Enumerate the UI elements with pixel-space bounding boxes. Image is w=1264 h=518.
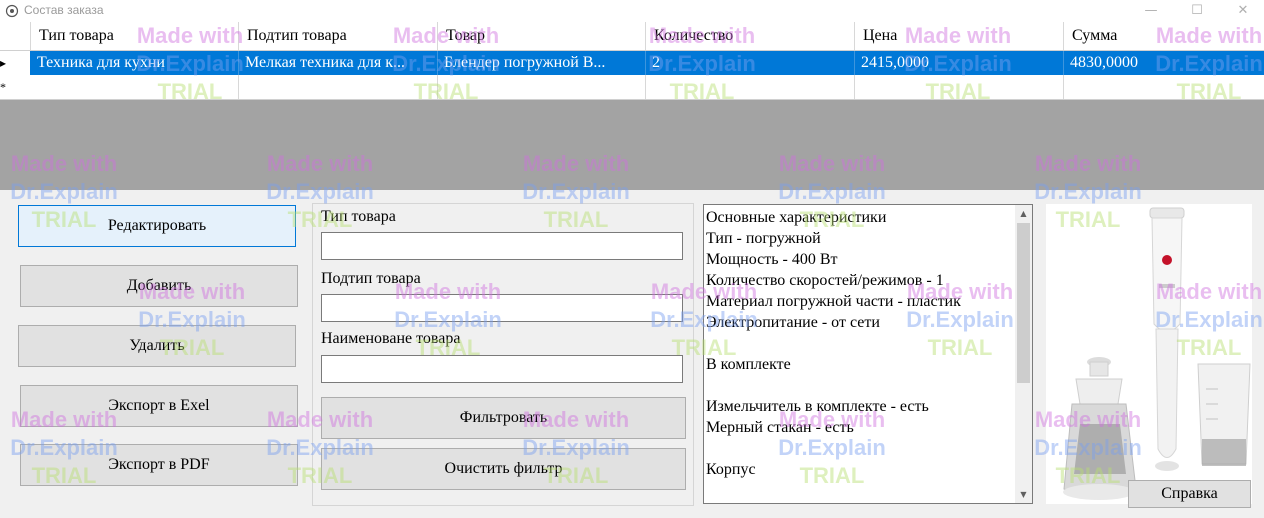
edit-button[interactable]: Редактировать [18, 205, 296, 247]
description-line: Электропитание - от сети [706, 314, 880, 331]
cell-price[interactable]: 2415,0000 [855, 51, 1064, 75]
product-image [1046, 204, 1252, 504]
column-header-type[interactable]: Тип товара [31, 22, 239, 50]
subtype-filter-input[interactable] [321, 294, 683, 322]
description-line [706, 333, 1016, 354]
description-line: Материал погружной части - пластик [706, 293, 961, 310]
title-bar: Состав заказа — ☐ ✕ [0, 0, 1264, 22]
column-header-product[interactable]: Товар [438, 22, 646, 50]
new-row-marker: * [0, 75, 30, 99]
export-pdf-button[interactable]: Экспорт в PDF [20, 444, 298, 486]
clear-filter-button[interactable]: Очистить фильтр [321, 448, 686, 490]
description-line: Количество скоростей/режимов - 1 [706, 272, 944, 289]
column-header-quantity[interactable]: Количество [646, 22, 855, 50]
minimize-button[interactable]: — [1128, 0, 1174, 22]
description-line: Основные характеристики [706, 209, 887, 226]
new-cell-type[interactable] [31, 75, 239, 99]
cell-type[interactable]: Техника для кухни [31, 51, 239, 75]
table-row[interactable]: ▸ Техника для кухни Мелкая техника для к… [0, 51, 1264, 75]
order-items-grid[interactable]: Тип товара Подтип товара Товар Количеств… [0, 22, 1264, 190]
scroll-down-icon[interactable]: ▼ [1015, 486, 1032, 503]
description-line [706, 438, 1016, 459]
app-icon [5, 4, 19, 18]
add-button[interactable]: Добавить [20, 265, 298, 307]
grid-header: Тип товара Подтип товара Товар Количеств… [0, 22, 1264, 51]
cell-sum[interactable]: 4830,0000 [1064, 51, 1264, 75]
description-line [706, 375, 1016, 396]
row-marker: ▸ [0, 51, 30, 75]
header-corner [0, 22, 31, 50]
type-label: Тип товара [321, 208, 396, 225]
new-row[interactable]: * [0, 75, 1264, 100]
description-scrollbar[interactable]: ▲ ▼ [1015, 205, 1032, 503]
description-line: Корпус [706, 461, 756, 478]
close-button[interactable]: ✕ [1220, 0, 1264, 22]
description-text: Основные характеристики Тип - погружной Мо… [706, 207, 1016, 480]
scroll-up-icon[interactable]: ▲ [1015, 205, 1032, 222]
new-cell-quantity[interactable] [646, 75, 855, 99]
name-label: Наименоване товара [321, 330, 461, 347]
filter-button[interactable]: Фильтровать [321, 397, 686, 439]
new-cell-sum[interactable] [1064, 75, 1264, 99]
description-line: В комплекте [706, 356, 791, 373]
description-line: Мощность - 400 Вт [706, 251, 838, 268]
column-header-subtype[interactable]: Подтип товара [239, 22, 438, 50]
column-header-price[interactable]: Цена [855, 22, 1064, 50]
subtype-label: Подтип товара [321, 270, 421, 287]
description-line: Измельчитель в комплекте - есть [706, 398, 929, 415]
delete-button[interactable]: Удалить [18, 325, 296, 367]
blender-illustration [1063, 207, 1251, 500]
type-filter-input[interactable] [321, 232, 683, 260]
product-description[interactable]: Основные характеристики Тип - погружной Мо… [703, 204, 1033, 504]
cell-quantity[interactable]: 2 [646, 51, 855, 75]
help-button[interactable]: Справка [1128, 480, 1251, 508]
export-excel-button[interactable]: Экспорт в Exel [20, 385, 298, 427]
new-cell-product[interactable] [438, 75, 646, 99]
new-cell-price[interactable] [855, 75, 1064, 99]
column-header-sum[interactable]: Сумма [1064, 22, 1264, 50]
cell-product[interactable]: Блендер погружной B... [438, 51, 646, 75]
name-filter-input[interactable] [321, 355, 683, 383]
new-cell-subtype[interactable] [239, 75, 438, 99]
window-title: Состав заказа [24, 3, 104, 17]
scroll-thumb[interactable] [1017, 223, 1030, 383]
cell-subtype[interactable]: Мелкая техника для к... [239, 51, 438, 75]
maximize-button[interactable]: ☐ [1174, 0, 1220, 22]
description-line: Мерный стакан - есть [706, 419, 854, 436]
description-line: Тип - погружной [706, 230, 821, 247]
